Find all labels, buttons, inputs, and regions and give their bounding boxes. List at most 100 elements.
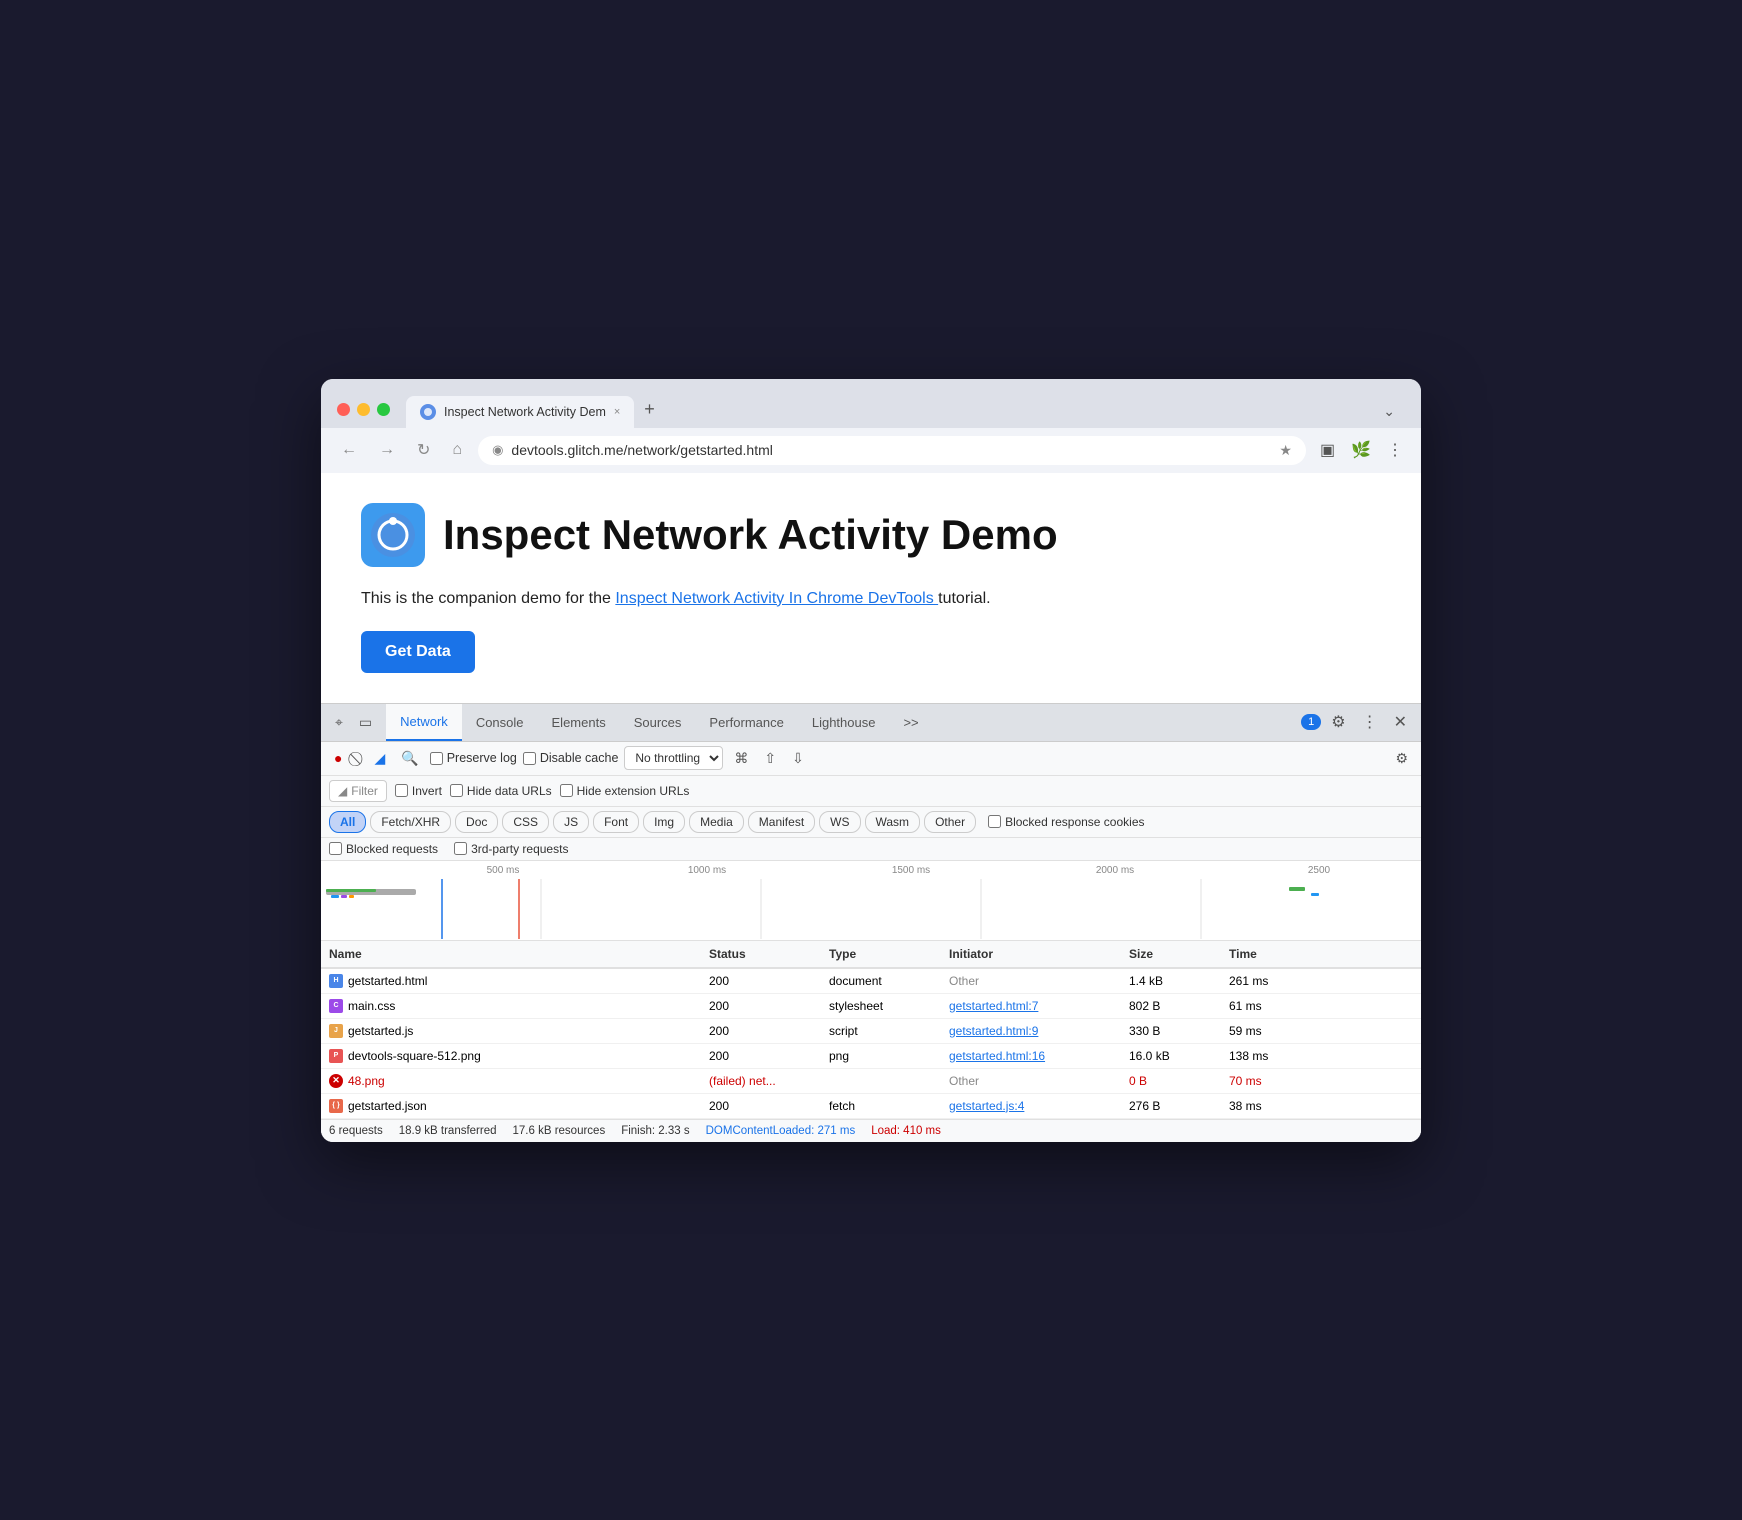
row-time: 261 ms — [1229, 974, 1329, 988]
type-btn-other[interactable]: Other — [924, 811, 976, 833]
row-type: fetch — [829, 1099, 949, 1113]
tab-close-button[interactable]: × — [614, 406, 620, 418]
close-button[interactable] — [337, 403, 350, 416]
filter-icon[interactable]: ◢ — [369, 746, 390, 771]
page-title: Inspect Network Activity Demo — [443, 511, 1058, 559]
row-status: 200 — [709, 1099, 829, 1113]
row-size: 16.0 kB — [1129, 1049, 1229, 1063]
tab-network[interactable]: Network — [386, 704, 462, 741]
maximize-button[interactable] — [377, 403, 390, 416]
table-row[interactable]: J getstarted.js 200 script getstarted.ht… — [321, 1019, 1421, 1044]
extra-filter-bar: Blocked requests 3rd-party requests — [321, 838, 1421, 861]
upload-icon[interactable]: ⇧ — [759, 746, 781, 771]
profile-icon[interactable]: 🌿 — [1347, 436, 1375, 464]
type-btn-all[interactable]: All — [329, 811, 366, 833]
active-tab[interactable]: Inspect Network Activity Dem × — [406, 396, 634, 428]
type-btn-doc[interactable]: Doc — [455, 811, 498, 833]
row-time: 138 ms — [1229, 1049, 1329, 1063]
col-name: Name — [329, 947, 709, 961]
network-settings-icon[interactable]: ⚙ — [1390, 746, 1413, 771]
table-row[interactable]: H getstarted.html 200 document Other 1.4… — [321, 969, 1421, 994]
minimize-button[interactable] — [357, 403, 370, 416]
html-icon: H — [329, 974, 343, 988]
row-initiator-link[interactable]: getstarted.js:4 — [949, 1099, 1129, 1113]
row-status: 200 — [709, 999, 829, 1013]
type-btn-img[interactable]: Img — [643, 811, 685, 833]
tab-overflow-button[interactable]: ⌄ — [1373, 395, 1405, 428]
page-description: This is the companion demo for the Inspe… — [361, 587, 1381, 611]
row-size: 276 B — [1129, 1099, 1229, 1113]
type-btn-ws[interactable]: WS — [819, 811, 860, 833]
type-btn-fetchxhr[interactable]: Fetch/XHR — [370, 811, 451, 833]
extensions-icon[interactable]: ▣ — [1316, 436, 1339, 464]
tab-performance[interactable]: Performance — [695, 705, 797, 740]
title-bar: Inspect Network Activity Dem × + ⌄ — [321, 379, 1421, 428]
close-devtools-icon[interactable]: ✕ — [1388, 706, 1413, 738]
requests-count: 6 requests — [329, 1125, 383, 1137]
new-tab-button[interactable]: + — [634, 391, 665, 428]
preserve-log-checkbox[interactable]: Preserve log — [430, 751, 517, 765]
table-row[interactable]: ✕ 48.png (failed) net... Other 0 B 70 ms — [321, 1069, 1421, 1094]
record-button[interactable]: ● — [329, 746, 347, 770]
menu-icon[interactable]: ⋮ — [1383, 436, 1407, 464]
devtools-tab-bar: ⌖ ▭ Network Console Elements Sources Per… — [321, 704, 1421, 742]
blocked-requests-checkbox[interactable]: Blocked requests — [329, 842, 438, 856]
reload-button[interactable]: ↻ — [411, 436, 436, 464]
resources-size: 17.6 kB resources — [513, 1125, 606, 1137]
bookmark-icon[interactable]: ★ — [1279, 442, 1292, 459]
row-time: 38 ms — [1229, 1099, 1329, 1113]
col-time: Time — [1229, 947, 1329, 961]
settings-icon[interactable]: ⚙ — [1325, 706, 1351, 738]
disable-cache-checkbox[interactable]: Disable cache — [523, 751, 619, 765]
table-row[interactable]: P devtools-square-512.png 200 png getsta… — [321, 1044, 1421, 1069]
more-options-icon[interactable]: ⋮ — [1356, 706, 1384, 738]
network-table: Name Status Type Initiator Size Time H g… — [321, 941, 1421, 1119]
third-party-checkbox[interactable]: 3rd-party requests — [454, 842, 568, 856]
type-btn-css[interactable]: CSS — [502, 811, 549, 833]
type-btn-media[interactable]: Media — [689, 811, 744, 833]
tab-sources[interactable]: Sources — [620, 705, 696, 740]
device-icon[interactable]: ▭ — [353, 706, 378, 739]
address-text: devtools.glitch.me/network/getstarted.ht… — [511, 442, 1271, 458]
tab-favicon — [420, 404, 436, 420]
tab-more[interactable]: >> — [889, 705, 932, 740]
throttle-select[interactable]: No throttling — [624, 746, 723, 770]
clear-button[interactable]: ⃠ — [353, 746, 363, 771]
cursor-icon[interactable]: ⌖ — [329, 706, 349, 739]
search-icon[interactable]: 🔍 — [396, 746, 423, 771]
address-bar[interactable]: ◉ devtools.glitch.me/network/getstarted.… — [478, 436, 1306, 465]
row-name: C main.css — [329, 999, 709, 1013]
home-button[interactable]: ⌂ — [446, 437, 468, 463]
hide-ext-urls-checkbox[interactable]: Hide extension URLs — [560, 784, 690, 798]
row-initiator-link[interactable]: getstarted.html:16 — [949, 1049, 1129, 1063]
page-logo — [361, 503, 425, 567]
error-icon: ✕ — [329, 1074, 343, 1088]
filter-input[interactable]: ◢ Filter — [329, 780, 387, 802]
back-button[interactable]: ← — [335, 437, 363, 463]
blocked-response-checkbox[interactable]: Blocked response cookies — [988, 815, 1144, 829]
type-btn-js[interactable]: JS — [553, 811, 589, 833]
tab-console[interactable]: Console — [462, 705, 538, 740]
row-initiator-link[interactable]: getstarted.html:7 — [949, 999, 1129, 1013]
tab-elements[interactable]: Elements — [538, 705, 620, 740]
png-icon: P — [329, 1049, 343, 1063]
get-data-button[interactable]: Get Data — [361, 631, 475, 673]
type-btn-manifest[interactable]: Manifest — [748, 811, 815, 833]
row-initiator-link[interactable]: getstarted.html:9 — [949, 1024, 1129, 1038]
forward-button[interactable]: → — [373, 437, 401, 463]
wifi-icon[interactable]: ⌘ — [729, 746, 753, 771]
hide-data-urls-checkbox[interactable]: Hide data URLs — [450, 784, 552, 798]
row-type: stylesheet — [829, 999, 949, 1013]
devtools-link[interactable]: Inspect Network Activity In Chrome DevTo… — [615, 590, 938, 607]
row-initiator: Other — [949, 974, 1129, 988]
tab-lighthouse[interactable]: Lighthouse — [798, 705, 890, 740]
table-row[interactable]: { } getstarted.json 200 fetch getstarted… — [321, 1094, 1421, 1119]
timeline-label-1500: 1500 ms — [809, 865, 1013, 876]
invert-checkbox[interactable]: Invert — [395, 784, 442, 798]
download-icon[interactable]: ⇩ — [787, 746, 809, 771]
type-btn-font[interactable]: Font — [593, 811, 639, 833]
type-btn-wasm[interactable]: Wasm — [865, 811, 921, 833]
table-row[interactable]: C main.css 200 stylesheet getstarted.htm… — [321, 994, 1421, 1019]
nav-actions: ▣ 🌿 ⋮ — [1316, 436, 1407, 464]
devtools-panel: ⌖ ▭ Network Console Elements Sources Per… — [321, 703, 1421, 1142]
